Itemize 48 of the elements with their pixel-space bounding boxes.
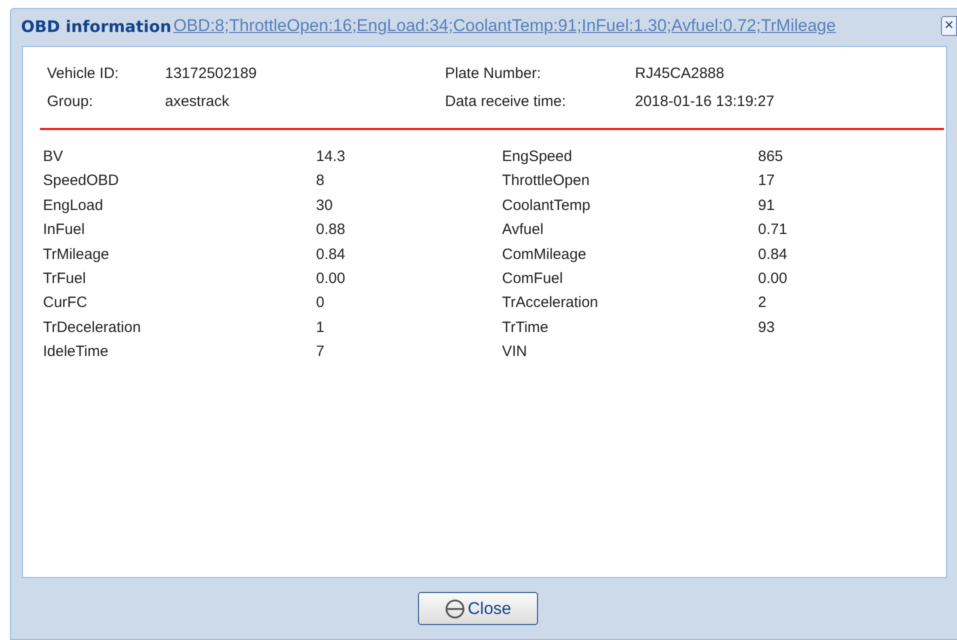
reading-name: InFuel (43, 220, 86, 240)
field-value: 2018-01-16 13:19:27 (635, 92, 776, 111)
field-label: Data receive time: (445, 92, 567, 111)
field-value: axestrack (165, 92, 230, 111)
reading-name: TrMileage (43, 244, 110, 265)
reading-value: 17 (758, 171, 776, 192)
reading-name: TrDeceleration (43, 318, 142, 338)
reading-value: 8 (316, 171, 326, 192)
reading-name: TrTime (502, 318, 550, 338)
minus-circle-icon (444, 598, 465, 618)
reading-name: CoolantTemp (502, 196, 592, 216)
window-title: OBD information (21, 16, 172, 36)
reading-name: ComMileage (502, 244, 588, 265)
reading-value: 91 (758, 196, 776, 216)
reading-name: EngLoad (43, 196, 104, 216)
reading-name: Avfuel (502, 220, 544, 240)
reading-name: IdeleTime (43, 342, 110, 362)
reading-name: ThrottleOpen (502, 171, 591, 192)
reading-value: 30 (316, 196, 334, 216)
reading-value: 865 (758, 147, 784, 167)
close-button[interactable]: × (941, 16, 957, 36)
field-label: Plate Number: (445, 64, 542, 83)
field-value: RJ45CA2888 (635, 64, 726, 83)
reading-name: BV (43, 147, 64, 167)
reading-value: 0.71 (758, 220, 788, 240)
reading-value: 7 (316, 342, 326, 362)
reading-value: 0.00 (758, 269, 788, 290)
reading-name: TrFuel (43, 269, 87, 290)
field-label: Vehicle ID: (47, 64, 120, 83)
reading-name: TrAcceleration (502, 293, 600, 314)
reading-name: CurFC (43, 293, 88, 314)
reading-value: 0.84 (316, 244, 346, 265)
reading-value: 0 (316, 293, 326, 314)
reading-name: SpeedOBD (43, 171, 120, 192)
close-button[interactable]: Close (418, 592, 538, 625)
reading-value: 0.88 (316, 220, 346, 240)
reading-value: 93 (758, 318, 776, 338)
reading-value: 0.84 (758, 244, 788, 265)
reading-value: 2 (758, 293, 768, 314)
reading-value: 1 (316, 318, 326, 338)
reading-value: 14.3 (316, 147, 346, 167)
field-value: 13172502189 (165, 64, 258, 83)
reading-value: 0.00 (316, 269, 346, 290)
reading-name: VIN (502, 342, 528, 362)
field-label: Group: (47, 92, 94, 111)
reading-name: ComFuel (502, 269, 564, 290)
reading-name: EngSpeed (502, 147, 574, 167)
background-text: OBD:8;ThrottleOpen:16;EngLoad:34;CoolantTemp:91;InFuel:1.30;Avfuel:0.72;TrMileage (173, 16, 837, 36)
